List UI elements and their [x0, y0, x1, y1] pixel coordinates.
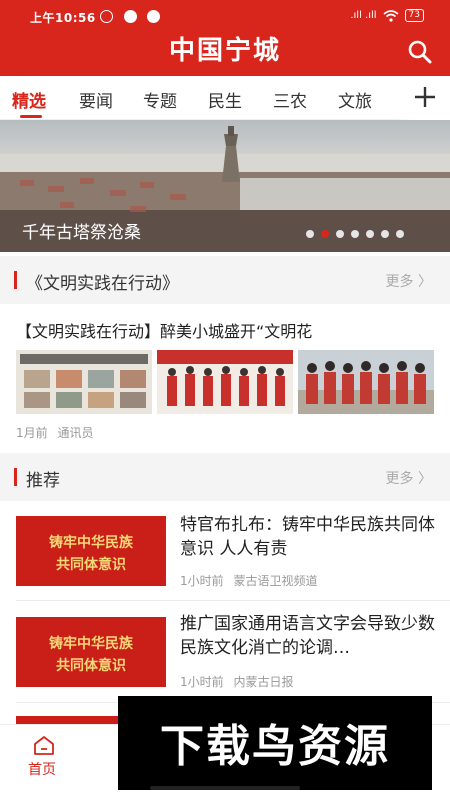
- carousel-dots: [306, 230, 404, 238]
- carousel-dot[interactable]: [366, 230, 374, 238]
- news-thumbnail[interactable]: 铸牢中华民族 共同体意识: [16, 516, 166, 586]
- article-thumbnail-3[interactable]: [298, 350, 434, 414]
- article-thumbnail-1[interactable]: [16, 350, 152, 414]
- thumbnail-text: 铸牢中华民族: [49, 636, 133, 652]
- news-source: 内蒙古日报: [233, 675, 294, 689]
- article-thumbnail-2[interactable]: [157, 350, 293, 414]
- carousel-dot[interactable]: [306, 230, 314, 238]
- more-link[interactable]: 更多 〉: [386, 468, 432, 488]
- news-thumbnail[interactable]: 铸牢中华民族 共同体意识: [16, 617, 166, 687]
- list-divider: [16, 600, 450, 601]
- status-bar: 上午10:56 .ıll .ıll 73: [0, 0, 450, 34]
- article-source: 通讯员: [57, 426, 94, 440]
- section-title: 推荐: [26, 471, 60, 491]
- thumbnail-text: 共同体意识: [56, 557, 126, 573]
- carousel-dot[interactable]: [336, 230, 344, 238]
- banner-caption: 千年古塔祭沧桑: [22, 223, 141, 243]
- carousel-dot[interactable]: [351, 230, 359, 238]
- news-time: 1小时前: [180, 675, 224, 689]
- more-link[interactable]: 更多 〉: [386, 271, 432, 291]
- tab-culture-tourism[interactable]: 文旅: [338, 87, 372, 112]
- section-header-recommend: 推荐 更多 〉: [0, 453, 450, 501]
- section-accent-bar: [14, 468, 17, 486]
- signal-icon: .ıll .ıll: [350, 10, 377, 21]
- carousel-dot[interactable]: [396, 230, 404, 238]
- nav-home-label[interactable]: 首页: [28, 759, 56, 779]
- watermark-overlay: 下载鸟资源: [118, 696, 432, 790]
- carousel-dot[interactable]: [381, 230, 389, 238]
- tab-headlines[interactable]: 要闻: [79, 87, 113, 112]
- chat-icon: [147, 10, 160, 23]
- home-indicator[interactable]: [150, 786, 300, 790]
- news-meta: 1小时前 内蒙古日报: [180, 673, 293, 690]
- alarm-icon: [100, 10, 113, 23]
- article-title[interactable]: 【文明实践在行动】醉美小城盛开“文明花: [16, 318, 436, 342]
- add-channel-icon[interactable]: [412, 84, 438, 110]
- tab-agriculture[interactable]: 三农: [273, 87, 307, 112]
- news-title[interactable]: 特官布扎布：铸牢中华民族共同体意识 人人有责: [180, 513, 436, 561]
- message-icon: [124, 10, 137, 23]
- search-icon[interactable]: [406, 38, 434, 66]
- tab-topics[interactable]: 专题: [143, 87, 177, 112]
- section-header-civilization: 《文明实践在行动》 更多 〉: [0, 256, 450, 304]
- banner-carousel[interactable]: 千年古塔祭沧桑: [0, 120, 450, 252]
- news-title[interactable]: 推广国家通用语言文字会导致少数民族文化消亡的论调…: [180, 612, 436, 660]
- article-meta: 1月前 通讯员: [16, 424, 93, 441]
- tab-livelihood[interactable]: 民生: [208, 87, 242, 112]
- tab-featured[interactable]: 精选: [12, 87, 46, 112]
- thumbnail-text: 共同体意识: [56, 658, 126, 674]
- app-title: 中国宁城: [168, 36, 281, 66]
- status-right: .ıll .ıll 73: [350, 9, 424, 22]
- thumbnail-text: 铸牢中华民族: [49, 535, 133, 551]
- channel-tabs: 精选 要闻 专题 民生 三农 文旅: [0, 76, 450, 120]
- watermark-text: 下载鸟资源: [160, 721, 390, 772]
- section-accent-bar: [14, 271, 17, 289]
- wifi-icon: [383, 9, 399, 22]
- carousel-dot-active[interactable]: [321, 230, 329, 238]
- news-meta: 1小时前 蒙古语卫视频道: [180, 572, 317, 589]
- news-time: 1小时前: [180, 574, 224, 588]
- home-icon[interactable]: [32, 734, 56, 756]
- section-title: 《文明实践在行动》: [26, 274, 179, 294]
- app-header: 上午10:56 .ıll .ıll 73 中国宁城: [0, 0, 450, 76]
- news-source: 蒙古语卫视频道: [233, 574, 318, 588]
- status-time: 上午10:56: [30, 11, 96, 25]
- battery-icon: 73: [404, 9, 424, 22]
- active-tab-indicator: [20, 115, 42, 118]
- article-time: 1月前: [16, 426, 48, 440]
